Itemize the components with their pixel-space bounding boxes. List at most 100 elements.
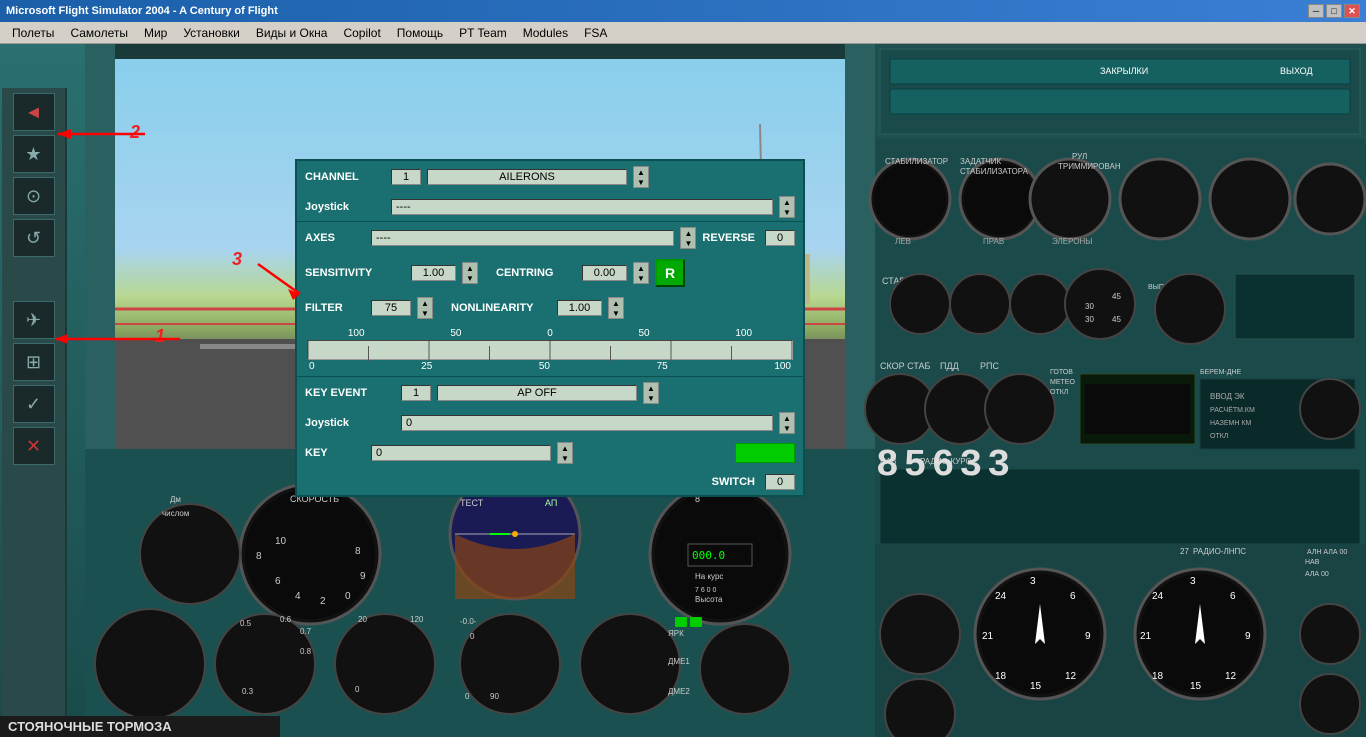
svg-text:000.0: 000.0	[692, 549, 725, 562]
joystick2-value[interactable]: 0	[401, 415, 773, 431]
svg-text:45: 45	[1112, 315, 1121, 324]
menu-ustanovki[interactable]: Установки	[175, 24, 247, 42]
svg-text:3: 3	[1190, 576, 1196, 587]
left-btn-7[interactable]: ✓	[13, 385, 55, 423]
svg-text:8: 8	[256, 551, 262, 562]
menu-vidy[interactable]: Виды и Окна	[248, 24, 336, 42]
channel-down[interactable]: ▼	[634, 177, 648, 187]
left-btn-4[interactable]: ↺	[13, 219, 55, 257]
svg-text:0: 0	[465, 692, 470, 701]
channel-value[interactable]: 1	[391, 169, 421, 185]
svg-text:120: 120	[410, 615, 424, 624]
joystick-spinner[interactable]: ▲ ▼	[779, 196, 795, 218]
axes-value[interactable]: ----	[371, 230, 674, 246]
menu-polety[interactable]: Полеты	[4, 24, 62, 42]
svg-text:РАДИО-ЛНПС: РАДИО-ЛНПС	[1193, 547, 1246, 556]
channel-up[interactable]: ▲	[634, 167, 648, 177]
minimize-button[interactable]: ─	[1308, 4, 1324, 18]
menu-pomosh[interactable]: Помощь	[389, 24, 451, 42]
svg-text:АЛА 00: АЛА 00	[1305, 571, 1329, 578]
sensitivity-value[interactable]: 1.00	[411, 265, 456, 281]
title-bar: Microsoft Flight Simulator 2004 - A Cent…	[0, 0, 1366, 22]
filter-value[interactable]: 75	[371, 300, 411, 316]
menu-modules[interactable]: Modules	[515, 24, 576, 42]
menu-pt-team[interactable]: PT Team	[451, 24, 515, 42]
menu-mir[interactable]: Мир	[136, 24, 175, 42]
key-spinner[interactable]: ▲ ▼	[557, 442, 573, 464]
svg-text:ОТКЛ: ОТКЛ	[1050, 389, 1069, 396]
left-btn-2[interactable]: ★	[13, 135, 55, 173]
left-btn-3[interactable]: ⊙	[13, 177, 55, 215]
joystick2-spinner[interactable]: ▲ ▼	[779, 412, 795, 434]
scale-bot-25: 25	[421, 361, 432, 372]
svg-text:БЕРЕМ-ДНЕ: БЕРЕМ-ДНЕ	[1200, 369, 1242, 376]
svg-text:ПДД: ПДД	[940, 361, 959, 371]
switch-value[interactable]: 0	[765, 474, 795, 490]
axes-spinner[interactable]: ▲ ▼	[680, 227, 696, 249]
joystick2-label: Joystick	[305, 417, 395, 429]
nonlinearity-value[interactable]: 1.00	[557, 300, 602, 316]
centring-value[interactable]: 0.00	[582, 265, 627, 281]
joystick-down[interactable]: ▼	[780, 207, 794, 217]
svg-text:НАЗЕМН КМ: НАЗЕМН КМ	[1210, 420, 1251, 427]
svg-text:0.5: 0.5	[240, 619, 252, 628]
svg-text:ЗАКРЫЛКИ: ЗАКРЫЛКИ	[1100, 66, 1148, 76]
svg-text:15: 15	[1190, 681, 1202, 692]
key-event-value[interactable]: 1	[401, 385, 431, 401]
joystick-up[interactable]: ▲	[780, 197, 794, 207]
svg-text:МЕТЕО: МЕТЕО	[1050, 379, 1075, 386]
svg-text:РАСЧЁТМ.КМ: РАСЧЁТМ.КМ	[1210, 406, 1255, 414]
left-btn-1[interactable]: ◄	[13, 93, 55, 131]
scale-bot-50: 50	[539, 361, 550, 372]
menu-copilot[interactable]: Copilot	[335, 24, 388, 42]
svg-text:0.3: 0.3	[242, 687, 254, 696]
channel-text[interactable]: AILERONS	[427, 169, 627, 185]
filter-spinner[interactable]: ▲ ▼	[417, 297, 433, 319]
left-panel: ◄ ★ ⊙ ↺ ✈ ⊞ ✓ ✕	[2, 88, 67, 737]
left-btn-x[interactable]: ✕	[13, 427, 55, 465]
reverse-value[interactable]: 0	[765, 230, 795, 246]
key-event-text[interactable]: AP OFF	[437, 385, 637, 401]
svg-text:ТЕСТ: ТЕСТ	[460, 498, 484, 508]
title-bar-controls: ─ □ ✕	[1308, 4, 1360, 18]
svg-text:8: 8	[355, 546, 361, 557]
sensitivity-spinner[interactable]: ▲ ▼	[462, 262, 478, 284]
svg-text:90: 90	[490, 692, 499, 701]
r-reset-button[interactable]: R	[655, 259, 685, 287]
menu-samolety[interactable]: Самолеты	[62, 24, 136, 42]
nonlinearity-spinner[interactable]: ▲ ▼	[608, 297, 624, 319]
axes-down[interactable]: ▼	[681, 238, 695, 248]
svg-text:0.7: 0.7	[300, 627, 312, 636]
joystick-value[interactable]: ----	[391, 199, 773, 215]
scale-top-50l: 50	[450, 328, 461, 339]
svg-text:НАВ: НАВ	[1305, 559, 1320, 566]
svg-text:0: 0	[470, 632, 475, 641]
channel-spinner[interactable]: ▲ ▼	[633, 166, 649, 188]
svg-text:0: 0	[355, 685, 360, 694]
key-event-label: KEY EVENT	[305, 387, 395, 399]
filter-label: FILTER	[305, 302, 365, 314]
key-event-spinner[interactable]: ▲ ▼	[643, 382, 659, 404]
key-value[interactable]: 0	[371, 445, 551, 461]
svg-text:21: 21	[1140, 631, 1152, 642]
maximize-button[interactable]: □	[1326, 4, 1342, 18]
axes-up[interactable]: ▲	[681, 228, 695, 238]
menu-fsa[interactable]: FSA	[576, 24, 615, 42]
centring-spinner[interactable]: ▲ ▼	[633, 262, 649, 284]
svg-text:30: 30	[1085, 302, 1094, 311]
svg-text:ВЫХОД: ВЫХОД	[1280, 66, 1313, 76]
scale-tick-bar[interactable]	[307, 340, 793, 360]
close-button[interactable]: ✕	[1344, 4, 1360, 18]
svg-text:24: 24	[1152, 591, 1164, 602]
scale-top-0: 0	[547, 328, 553, 339]
large-number-display: 85633	[876, 444, 1015, 487]
left-btn-6[interactable]: ⊞	[13, 343, 55, 381]
svg-text:18: 18	[995, 671, 1007, 682]
svg-text:12: 12	[1225, 671, 1237, 682]
svg-text:ДМЕ2: ДМЕ2	[668, 687, 690, 696]
svg-text:Дм: Дм	[170, 495, 181, 504]
svg-text:7 6 0 0: 7 6 0 0	[695, 587, 717, 594]
switch-label: SWITCH	[712, 476, 755, 488]
left-btn-5[interactable]: ✈	[13, 301, 55, 339]
svg-text:15: 15	[1030, 681, 1042, 692]
